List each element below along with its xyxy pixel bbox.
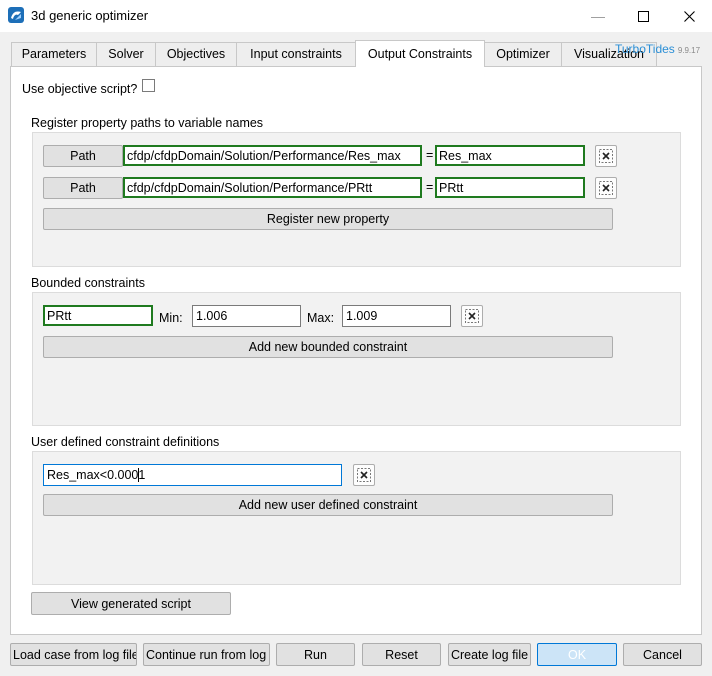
run-button[interactable]: Run xyxy=(276,643,355,666)
variable-name-input-2[interactable]: PRtt xyxy=(435,177,585,198)
tab-objectives[interactable]: Objectives xyxy=(155,42,237,66)
delete-icon xyxy=(465,309,479,323)
continue-run-button[interactable]: Continue run from log file xyxy=(143,643,270,666)
user-constraint-input[interactable]: Res_max<0.000 1 xyxy=(43,464,342,486)
min-input[interactable]: 1.006 xyxy=(192,305,301,327)
delete-icon xyxy=(599,149,613,163)
property-path-input-1[interactable]: cfdp/cfdpDomain/Solution/Performance/Res… xyxy=(123,145,422,166)
delete-icon xyxy=(357,468,371,482)
bounded-section-title: Bounded constraints xyxy=(31,276,145,290)
register-section-title: Register property paths to variable name… xyxy=(31,116,264,130)
ok-button[interactable]: OK xyxy=(537,643,617,666)
remove-property-button-1[interactable] xyxy=(595,145,617,167)
minimize-icon: — xyxy=(591,8,605,24)
add-bounded-constraint-button[interactable]: Add new bounded constraint xyxy=(43,336,613,358)
max-label: Max: xyxy=(307,311,335,325)
objective-script-label: Use objective script? xyxy=(22,82,138,96)
tab-input-constraints[interactable]: Input constraints xyxy=(236,42,356,66)
tab-solver[interactable]: Solver xyxy=(96,42,156,66)
equals-sign-2: = xyxy=(426,180,434,194)
view-generated-script-button[interactable]: View generated script xyxy=(31,592,231,615)
app-logo-icon xyxy=(8,7,24,23)
remove-user-constraint-button[interactable] xyxy=(353,464,375,486)
path-button-2[interactable]: Path xyxy=(43,177,123,199)
variable-name-input-1[interactable]: Res_max xyxy=(435,145,585,166)
reset-button[interactable]: Reset xyxy=(362,643,441,666)
bounded-name-input[interactable]: PRtt xyxy=(43,305,153,326)
cancel-button[interactable]: Cancel xyxy=(623,643,702,666)
equals-sign-1: = xyxy=(426,148,434,162)
tab-output-constraints[interactable]: Output Constraints xyxy=(355,40,485,67)
add-user-constraint-button[interactable]: Add new user defined constraint xyxy=(43,494,613,516)
user-section-title: User defined constraint definitions xyxy=(31,435,220,449)
create-log-file-button[interactable]: Create log file xyxy=(448,643,531,666)
brand-label: TurboTides 9.9.17 xyxy=(615,42,700,56)
property-path-input-2[interactable]: cfdp/cfdpDomain/Solution/Performance/PRt… xyxy=(123,177,422,198)
brand-version: 9.9.17 xyxy=(677,46,701,55)
load-case-button[interactable]: Load case from log file xyxy=(10,643,137,666)
window-title: 3d generic optimizer xyxy=(31,8,149,23)
maximize-icon xyxy=(637,10,649,22)
remove-bounded-button[interactable] xyxy=(461,305,483,327)
close-icon xyxy=(683,10,695,22)
tab-optimizer[interactable]: Optimizer xyxy=(484,42,562,66)
register-new-property-button[interactable]: Register new property xyxy=(43,208,613,230)
title-bar: 3d generic optimizer — xyxy=(0,0,712,32)
maximize-button[interactable] xyxy=(620,0,666,32)
path-button-1[interactable]: Path xyxy=(43,145,123,167)
max-input[interactable]: 1.009 xyxy=(342,305,451,327)
min-label: Min: xyxy=(159,311,183,325)
minimize-button[interactable]: — xyxy=(575,0,621,32)
close-button[interactable] xyxy=(666,0,712,32)
delete-icon xyxy=(599,181,613,195)
brand-name: TurboTides xyxy=(615,42,675,56)
user-constraint-text-tail: 1 xyxy=(138,468,146,482)
user-constraint-text: Res_max<0.000 xyxy=(47,468,139,482)
tab-parameters[interactable]: Parameters xyxy=(11,42,97,66)
remove-property-button-2[interactable] xyxy=(595,177,617,199)
objective-script-checkbox[interactable] xyxy=(142,79,155,92)
